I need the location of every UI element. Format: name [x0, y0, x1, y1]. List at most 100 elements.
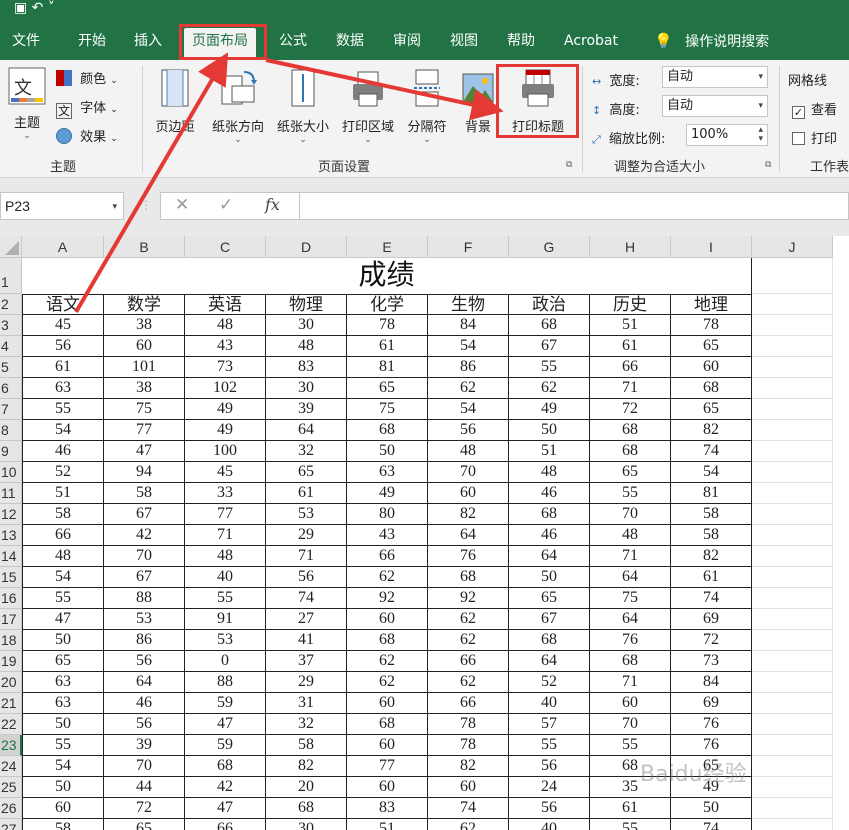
subject-header-cell[interactable]: 化学 [347, 294, 428, 315]
column-header-c[interactable]: C [185, 236, 266, 258]
score-cell[interactable]: 58 [22, 819, 104, 830]
score-cell[interactable]: 62 [347, 651, 428, 672]
row-header[interactable]: 1 [0, 258, 22, 294]
score-cell[interactable]: 58 [671, 525, 752, 546]
score-cell[interactable]: 41 [266, 630, 347, 651]
column-header-g[interactable]: G [509, 236, 590, 258]
row-header[interactable]: 17 [0, 609, 22, 630]
score-cell[interactable]: 53 [104, 609, 185, 630]
score-cell[interactable]: 55 [509, 357, 590, 378]
score-cell[interactable]: 60 [22, 798, 104, 819]
score-cell[interactable]: 100 [185, 441, 266, 462]
tab-insert[interactable]: 插入 [134, 28, 162, 56]
subject-header-cell[interactable]: 地理 [671, 294, 752, 315]
score-cell[interactable]: 30 [266, 315, 347, 336]
height-dropdown[interactable]: 自动 ▾ [662, 95, 768, 117]
score-cell[interactable]: 72 [671, 630, 752, 651]
score-cell[interactable]: 59 [185, 735, 266, 756]
score-cell[interactable]: 78 [347, 315, 428, 336]
score-cell[interactable]: 88 [185, 672, 266, 693]
score-cell[interactable]: 83 [347, 798, 428, 819]
score-cell[interactable]: 50 [509, 420, 590, 441]
score-cell[interactable]: 48 [22, 546, 104, 567]
score-cell[interactable]: 54 [22, 756, 104, 777]
score-cell[interactable]: 64 [104, 672, 185, 693]
score-cell[interactable]: 78 [428, 735, 509, 756]
score-cell[interactable]: 55 [22, 588, 104, 609]
score-cell[interactable]: 38 [104, 378, 185, 399]
score-cell[interactable]: 56 [266, 567, 347, 588]
score-cell[interactable]: 76 [671, 714, 752, 735]
score-cell[interactable]: 43 [347, 525, 428, 546]
orientation-button[interactable]: 纸张方向 ⌄ [206, 68, 270, 145]
score-cell[interactable]: 73 [671, 651, 752, 672]
formula-input[interactable] [300, 192, 849, 220]
score-cell[interactable]: 74 [428, 798, 509, 819]
score-cell[interactable]: 71 [185, 525, 266, 546]
tell-me-search[interactable]: 💡 操作说明搜索 [654, 28, 769, 56]
score-cell[interactable]: 42 [185, 777, 266, 798]
score-cell[interactable]: 69 [671, 693, 752, 714]
subject-header-cell[interactable]: 历史 [590, 294, 671, 315]
tab-formulas[interactable]: 公式 [279, 28, 307, 56]
score-cell[interactable]: 71 [590, 378, 671, 399]
themes-button[interactable]: 文 主题 ⌄ [4, 66, 50, 141]
theme-fonts-button[interactable]: 文 字体 ⌄ [56, 97, 118, 119]
score-cell[interactable]: 88 [104, 588, 185, 609]
score-cell[interactable]: 38 [104, 315, 185, 336]
score-cell[interactable]: 76 [590, 630, 671, 651]
score-cell[interactable]: 81 [671, 483, 752, 504]
scale-spinner[interactable]: 100% ▴ ▾ [686, 124, 768, 146]
column-header-h[interactable]: H [590, 236, 671, 258]
score-cell[interactable]: 49 [347, 483, 428, 504]
score-cell[interactable]: 80 [347, 504, 428, 525]
row-header[interactable]: 16 [0, 588, 22, 609]
score-cell[interactable]: 65 [671, 336, 752, 357]
score-cell[interactable]: 66 [185, 819, 266, 830]
tab-view[interactable]: 视图 [450, 28, 478, 56]
score-cell[interactable]: 59 [185, 693, 266, 714]
score-cell[interactable]: 56 [509, 798, 590, 819]
score-cell[interactable]: 47 [22, 609, 104, 630]
score-cell[interactable]: 65 [590, 462, 671, 483]
score-cell[interactable]: 65 [347, 378, 428, 399]
score-cell[interactable]: 30 [266, 819, 347, 830]
score-cell[interactable]: 49 [509, 399, 590, 420]
score-cell[interactable]: 82 [671, 420, 752, 441]
score-cell[interactable]: 55 [22, 399, 104, 420]
score-cell[interactable]: 63 [22, 693, 104, 714]
score-cell[interactable]: 91 [185, 609, 266, 630]
page-setup-dialog-launcher-icon[interactable]: ⧉ [566, 160, 572, 170]
score-cell[interactable]: 86 [428, 357, 509, 378]
score-cell[interactable]: 65 [509, 588, 590, 609]
score-cell[interactable]: 74 [671, 819, 752, 830]
score-cell[interactable]: 66 [428, 651, 509, 672]
score-cell[interactable]: 94 [104, 462, 185, 483]
score-cell[interactable]: 51 [509, 441, 590, 462]
score-cell[interactable]: 50 [509, 567, 590, 588]
score-cell[interactable]: 48 [428, 441, 509, 462]
score-cell[interactable]: 70 [104, 546, 185, 567]
score-cell[interactable]: 50 [347, 441, 428, 462]
score-cell[interactable]: 45 [185, 462, 266, 483]
score-cell[interactable]: 68 [347, 714, 428, 735]
score-cell[interactable]: 50 [22, 777, 104, 798]
score-cell[interactable]: 50 [22, 714, 104, 735]
score-cell[interactable]: 92 [347, 588, 428, 609]
score-cell[interactable]: 39 [104, 735, 185, 756]
select-all-corner[interactable] [0, 236, 22, 258]
score-cell[interactable]: 83 [266, 357, 347, 378]
score-cell[interactable]: 68 [428, 567, 509, 588]
score-cell[interactable]: 75 [590, 588, 671, 609]
row-header[interactable]: 9 [0, 441, 22, 462]
score-cell[interactable]: 92 [428, 588, 509, 609]
score-cell[interactable]: 46 [509, 525, 590, 546]
row-header[interactable]: 2 [0, 294, 22, 315]
score-cell[interactable]: 48 [509, 462, 590, 483]
score-cell[interactable]: 44 [104, 777, 185, 798]
score-cell[interactable]: 53 [185, 630, 266, 651]
row-header[interactable]: 23 [0, 735, 22, 756]
score-cell[interactable]: 71 [266, 546, 347, 567]
score-cell[interactable]: 51 [590, 315, 671, 336]
score-cell[interactable]: 48 [185, 546, 266, 567]
